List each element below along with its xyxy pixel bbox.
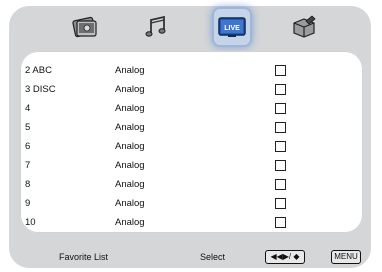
nav-key-hint: ◀◀▶/ ◆ [265, 250, 305, 264]
channel-type: Analog [115, 140, 145, 152]
footer-bar: Favorite List Select ◀◀▶/ ◆ MENU [20, 250, 365, 266]
channel-row[interactable]: 9 Analog [25, 194, 286, 212]
favorite-checkbox[interactable] [275, 178, 286, 190]
channel-type: Analog [115, 121, 145, 133]
channel-number: 6 [25, 140, 31, 152]
channel-row[interactable]: 8 Analog [25, 175, 286, 193]
channel-type: Analog [115, 197, 145, 209]
channel-type: Analog [115, 159, 145, 171]
channel-row[interactable]: 5 Analog [25, 118, 286, 136]
music-icon [145, 15, 166, 37]
media-tab-bar: LIVE [9, 6, 371, 46]
channel-type: Analog [115, 178, 145, 190]
live-tv-icon: LIVE [218, 17, 246, 37]
channel-number: 4 [25, 102, 31, 114]
channel-row[interactable]: 10 Analog [25, 213, 286, 231]
favorite-checkbox[interactable] [275, 159, 286, 171]
tab-photo[interactable] [67, 9, 103, 45]
favorite-checkbox[interactable] [275, 140, 286, 152]
channel-row[interactable]: 2 ABC Analog [25, 61, 286, 79]
channel-number: 5 [25, 121, 31, 133]
tab-setup[interactable] [286, 9, 322, 45]
channel-type: Analog [115, 102, 145, 114]
tab-music[interactable] [138, 9, 174, 45]
footer-title: Favorite List [59, 252, 109, 262]
photo-icon [72, 16, 97, 38]
tab-live-tv[interactable]: LIVE [214, 9, 250, 45]
channel-row[interactable]: 3 DISC Analog [25, 80, 286, 98]
setup-box-icon [293, 15, 316, 38]
select-label: Select [200, 252, 226, 262]
channel-number: 2 ABC [25, 64, 52, 76]
channel-type: Analog [115, 64, 145, 76]
channel-type: Analog [115, 216, 145, 228]
channel-row[interactable]: 4 Analog [25, 99, 286, 117]
channel-row[interactable]: 7 Analog [25, 156, 286, 174]
channel-type: Analog [115, 83, 145, 95]
channel-number: 8 [25, 178, 31, 190]
favorite-checkbox[interactable] [275, 216, 286, 228]
favorite-checkbox[interactable] [275, 64, 286, 76]
live-label: LIVE [224, 25, 240, 32]
channel-number: 10 [25, 216, 36, 228]
channel-number: 3 DISC [25, 83, 56, 95]
channel-number: 7 [25, 159, 31, 171]
channel-number: 9 [25, 197, 31, 209]
favorite-checkbox[interactable] [275, 102, 286, 114]
channel-row[interactable]: 6 Analog [25, 137, 286, 155]
favorite-checkbox[interactable] [275, 121, 286, 133]
favorite-checkbox[interactable] [275, 83, 286, 95]
menu-key-hint[interactable]: MENU [331, 250, 361, 264]
favorite-checkbox[interactable] [275, 197, 286, 209]
